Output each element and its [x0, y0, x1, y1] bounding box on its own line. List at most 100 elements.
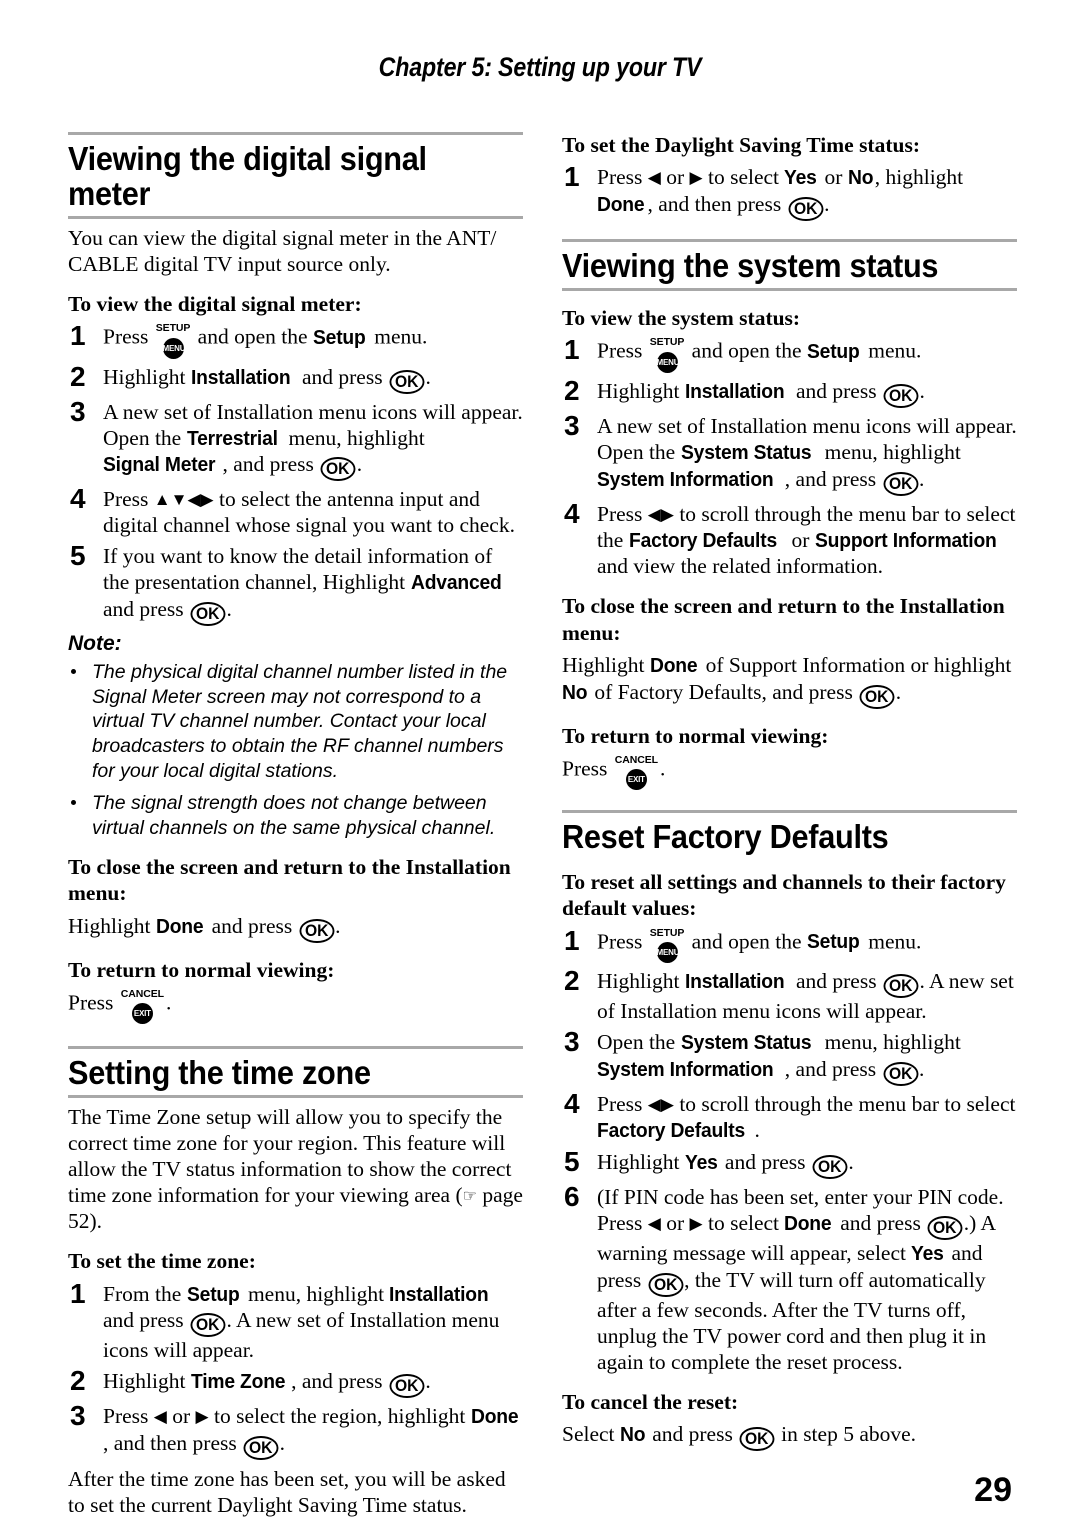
intro-paragraph: You can view the digital signal meter in…	[68, 225, 497, 276]
left-column: Viewing the digital signal meter You can…	[68, 132, 523, 1526]
arrow-right-icon: ▶	[195, 1407, 209, 1427]
ui-term: Setup	[806, 339, 860, 363]
steps-view-system-status: 1 Press SETUP MENU and open the Setup menu…	[562, 334, 1017, 579]
arrow-left-icon: ◀	[647, 504, 661, 524]
ok-button-icon: OK	[320, 457, 356, 482]
section-reset-factory-defaults: Reset Factory Defaults	[562, 810, 1017, 855]
steps-daylight-saving-time: 1 Press ◀ or ▶ to select Yes or No, highl…	[562, 161, 1017, 222]
bullet-dot-icon	[71, 800, 76, 806]
step-item: 3A new set of Installation menu icons wi…	[68, 396, 523, 482]
ui-term: Yes	[911, 1241, 945, 1265]
step-number: 6	[564, 1180, 580, 1212]
step-item: 3 Open the System Status menu, highlight …	[562, 1026, 1017, 1086]
note-bullet-list: The physical digital channel number list…	[68, 660, 523, 840]
ok-button-icon: OK	[788, 197, 823, 222]
section-heading: Viewing the system status	[562, 247, 939, 285]
arrow-right-icon: ▶	[660, 1094, 674, 1114]
step-number: 4	[564, 497, 580, 529]
timezone-intro-paragraph: The Time Zone setup will allow you to sp…	[68, 1105, 523, 1234]
ok-button-icon: OK	[859, 684, 895, 709]
close-screen-paragraph: Highlight Done and press OK.	[68, 913, 523, 943]
arrow-left-icon: ◀	[187, 490, 201, 510]
ui-term: No	[562, 680, 588, 704]
ok-button-icon: OK	[812, 1154, 847, 1179]
ok-button-icon: OK	[190, 1313, 225, 1338]
cancel-reset-paragraph: Select No and press OK in step 5 above.	[562, 1421, 1017, 1451]
note-block: Note: The physical digital channel numbe…	[68, 632, 523, 840]
ok-button-icon: OK	[243, 1436, 279, 1461]
section-heading: Reset Factory Defaults	[562, 818, 889, 856]
subheading-daylight-saving-time: To set the Daylight Saving Time status:	[562, 133, 920, 157]
step-number: 4	[564, 1087, 580, 1119]
note-title: Note:	[68, 632, 122, 656]
step-number: 1	[564, 334, 580, 366]
subheading-close-screen: To close the screen and return to the In…	[68, 855, 511, 906]
step-item: 1 Press SETUP MENU and open the Setup menu…	[68, 320, 523, 359]
step-number: 5	[70, 540, 86, 572]
step-number: 5	[564, 1145, 580, 1177]
subheading-cancel-reset: To cancel the reset:	[562, 1389, 739, 1414]
section-viewing-digital-signal-meter: Viewing the digital signal meter	[68, 132, 523, 219]
ok-button-icon: OK	[927, 1215, 963, 1240]
step-number: 3	[564, 1026, 580, 1058]
section-heading: Setting the time zone	[68, 1054, 371, 1092]
step-item: 4 Press ◀▶ to scroll through the menu bar…	[564, 1087, 1016, 1142]
step-item: 2 Highlight Installation and press OK. A …	[564, 965, 1014, 1024]
ui-term: Yes	[684, 1150, 718, 1174]
ok-button-icon: OK	[883, 383, 918, 408]
ok-button-icon: OK	[739, 1426, 775, 1451]
subheading-return-normal-viewing-right: To return to normal viewing:	[562, 723, 829, 748]
step-number: 1	[564, 161, 580, 193]
ui-term: Done	[470, 1405, 519, 1429]
step-number: 1	[70, 1277, 86, 1309]
ok-button-icon: OK	[883, 1061, 918, 1086]
ui-term: Yes	[784, 166, 818, 190]
ok-button-icon: OK	[883, 974, 918, 999]
step-item: 2 Highlight Installation and press OK.	[70, 360, 431, 394]
rule-top	[68, 1046, 523, 1050]
note-bullet-item: The signal strength does not change betw…	[68, 791, 523, 840]
step-item: 3 Press ◀ or ▶ to select the region, high…	[68, 1400, 523, 1461]
ok-button-icon: OK	[883, 471, 918, 496]
ui-term: Setup	[186, 1282, 240, 1306]
step-item: 3A new set of Installation menu icons wi…	[562, 410, 1017, 496]
arrow-right-icon: ▶	[660, 504, 674, 524]
ok-button-icon: OK	[190, 602, 225, 627]
rule-bottom	[68, 215, 523, 219]
subheading-reset-all-settings: To reset all settings and channels to th…	[562, 870, 1006, 921]
arrow-right-icon: ▶	[200, 490, 214, 510]
right-column: To set the Daylight Saving Time status: …	[562, 132, 1017, 1459]
pointing-hand-icon: ☞	[462, 1188, 477, 1206]
ui-term: Done	[784, 1211, 832, 1235]
step-item: 5 Highlight Yes and press OK.	[564, 1145, 854, 1179]
rule-bottom	[68, 1095, 523, 1099]
rule-top	[68, 132, 523, 135]
rule-top	[562, 239, 1017, 243]
step-number: 1	[564, 924, 580, 956]
arrow-left-icon: ◀	[647, 168, 661, 188]
subheading-to-view-signal-meter: To view the digital signal meter:	[68, 291, 362, 316]
ui-term: Installation	[684, 379, 785, 403]
ui-term: No	[847, 166, 874, 190]
steps-view-digital-signal-meter: 1 Press SETUP MENU and open the Setup menu…	[68, 320, 523, 627]
step-number: 3	[564, 409, 580, 441]
arrow-right-icon: ▶	[689, 1213, 703, 1233]
step-number: 2	[70, 360, 86, 392]
timezone-outro-paragraph: After the time zone has been set, you wi…	[68, 1467, 506, 1518]
ok-button-icon: OK	[389, 1374, 424, 1399]
ui-term: Signal Meter	[103, 453, 216, 477]
ui-term: System Information	[597, 1057, 774, 1081]
step-item: 5 If you want to know the detail informat…	[68, 540, 523, 627]
cancel-exit-button-icon: CANCEL EXIT	[121, 989, 164, 1025]
ui-term: Done	[649, 653, 698, 677]
cancel-exit-button-icon: CANCEL EXIT	[615, 755, 658, 791]
arrow-up-icon: ▲	[153, 490, 171, 510]
return-viewing-paragraph: Press CANCEL EXIT.	[68, 989, 523, 1025]
ui-term: System Status	[680, 440, 812, 464]
ui-term: Setup	[806, 930, 860, 954]
close-screen-paragraph-right: Highlight Done of Support Information or…	[562, 652, 1017, 709]
setup-menu-button-icon: SETUP MENU	[650, 928, 684, 964]
setup-menu-button-icon: SETUP MENU	[650, 337, 684, 373]
step-item: 6 (If PIN code has been set, enter your P…	[564, 1180, 1004, 1374]
step-number: 2	[70, 1365, 86, 1397]
